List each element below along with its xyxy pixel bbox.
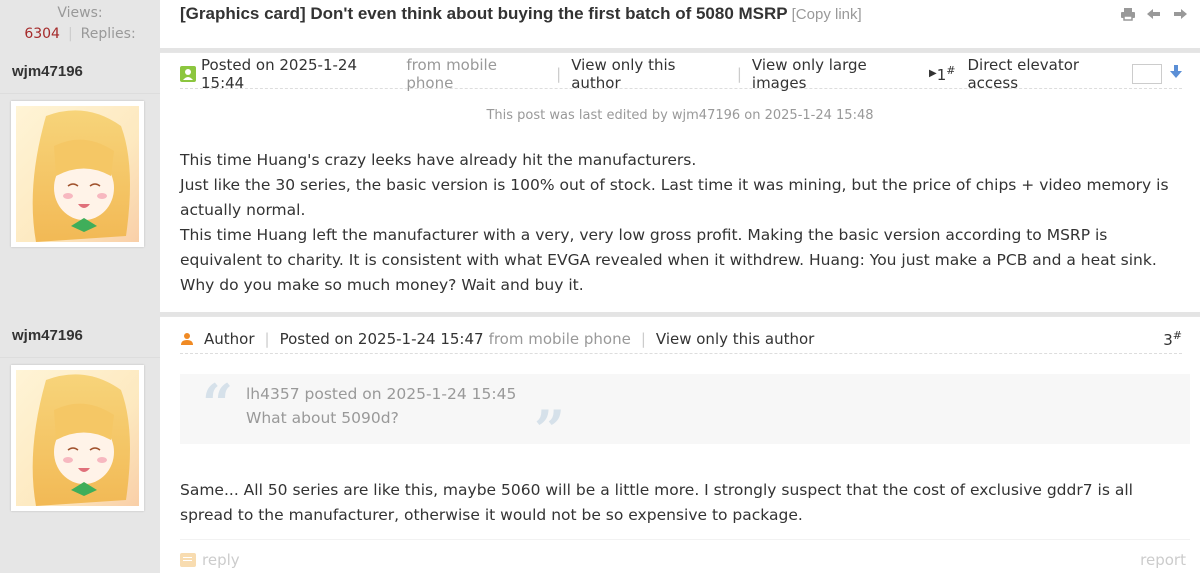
- view-large-images-link[interactable]: View only large images: [752, 56, 923, 92]
- author-label: Author: [204, 329, 255, 348]
- floor-mark: #: [946, 63, 956, 77]
- close-quote-icon: ”: [534, 398, 566, 462]
- print-icon[interactable]: [1120, 6, 1136, 22]
- elevator-input[interactable]: [1132, 63, 1162, 84]
- thread-actions: [1120, 6, 1188, 22]
- post-paragraph: Just like the 30 series, the basic versi…: [180, 176, 1169, 219]
- meta-separator: |: [264, 329, 270, 348]
- post-paragraph: This time Huang's crazy leeks have alrea…: [180, 151, 697, 169]
- quote-header: lh4357 posted on 2025-1-24 15:45: [246, 385, 517, 403]
- views-count: 6304: [24, 26, 60, 42]
- floor-mark: #: [1172, 328, 1182, 342]
- meta-separator: |: [736, 64, 742, 83]
- report-link[interactable]: report: [1140, 551, 1186, 569]
- avatar[interactable]: [11, 101, 144, 247]
- post-body: This time Huang's crazy leeks have alrea…: [180, 148, 1190, 298]
- user-green-icon: [180, 65, 196, 82]
- meta-separator: |: [556, 64, 562, 83]
- post-paragraph: This time Huang left the manufacturer wi…: [180, 226, 1157, 294]
- reply-icon: [180, 553, 196, 567]
- edited-note: This post was last edited by wjm47196 on…: [486, 108, 874, 123]
- elevator-label: Direct elevator access: [967, 55, 1080, 92]
- thread-title: [Graphics card] Don't even think about b…: [180, 2, 1200, 27]
- posted-on: Posted on 2025-1-24 15:47: [279, 329, 484, 348]
- reply-button[interactable]: reply: [180, 551, 240, 569]
- quote-block: “ lh4357 posted on 2025-1-24 15:45 What …: [180, 372, 1190, 460]
- username-separator: [0, 93, 160, 94]
- post-2: wjm47196 Author | Posted on 2025-1-24 15…: [0, 317, 1200, 573]
- post-meta: Posted on 2025-1-24 15:44 from mobile ph…: [180, 55, 1182, 92]
- author-username[interactable]: wjm47196: [12, 327, 83, 344]
- avatar[interactable]: [11, 365, 144, 511]
- replies-label: Replies:: [80, 26, 136, 42]
- next-thread-icon[interactable]: [1172, 6, 1188, 22]
- post-author-panel: wjm47196: [0, 53, 160, 312]
- post-meta: Author | Posted on 2025-1-24 15:47 from …: [180, 324, 1182, 354]
- thread-stats: Views: 6304|Replies: 66: [0, 0, 160, 63]
- thread-header: Views: 6304|Replies: 66 [Graphics card] …: [0, 0, 1200, 63]
- post-source: from mobile phone: [488, 329, 631, 348]
- views-label: Views:: [57, 5, 103, 21]
- floor-number-value: 1: [936, 65, 947, 84]
- posted-on: Posted on 2025-1-24 15:44: [201, 55, 357, 92]
- floor-number-value: 3: [1163, 330, 1173, 349]
- post-paragraph: Same... All 50 series are like this, may…: [180, 481, 1133, 524]
- view-only-author-link[interactable]: View only this author: [571, 56, 727, 92]
- reply-label: reply: [202, 551, 240, 569]
- post-author-panel: wjm47196: [0, 317, 160, 573]
- post-1: wjm47196 Posted on 2025-1-24 15:44 from …: [0, 53, 1200, 312]
- post-source: from mobile phone: [406, 55, 497, 92]
- post-body: Same... All 50 series are like this, may…: [180, 478, 1190, 528]
- caret-right-icon: ▶: [929, 68, 937, 79]
- stats-separator: |: [67, 26, 73, 42]
- quote-text: What about 5090d?: [246, 409, 399, 427]
- thread-title-text: [Graphics card] Don't even think about b…: [180, 4, 788, 23]
- floor-number: 3#: [1163, 329, 1182, 349]
- elevator-go-icon[interactable]: [1170, 64, 1182, 83]
- previous-thread-icon[interactable]: [1146, 6, 1162, 22]
- copy-link[interactable]: [Copy link]: [792, 6, 862, 23]
- author-orange-icon: [180, 332, 194, 346]
- meta-separator: |: [640, 329, 646, 348]
- floor-number: 1#: [937, 64, 956, 84]
- footer-separator: [180, 539, 1190, 540]
- open-quote-icon: “: [202, 372, 234, 436]
- username-separator: [0, 357, 160, 358]
- author-username[interactable]: wjm47196: [12, 63, 83, 80]
- view-only-author-link[interactable]: View only this author: [656, 330, 814, 348]
